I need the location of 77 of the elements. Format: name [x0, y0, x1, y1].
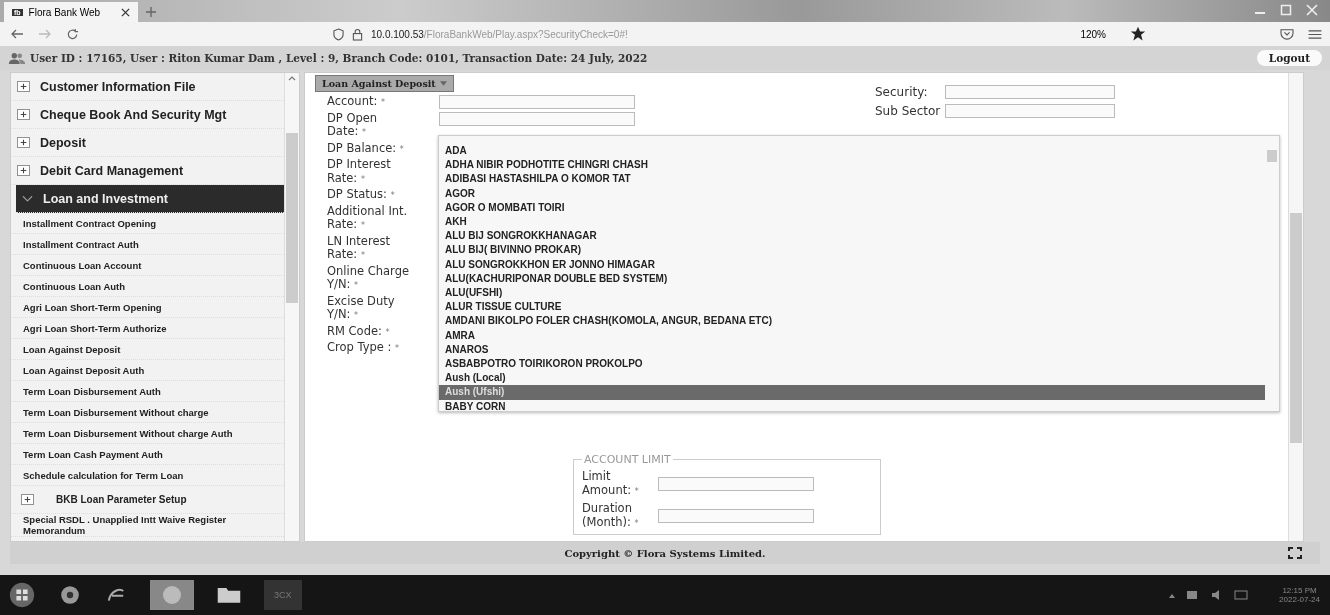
- input-field[interactable]: [945, 104, 1115, 118]
- dropdown-option[interactable]: ALUR TISSUE CULTURE: [439, 300, 1265, 315]
- dropdown-option[interactable]: Aush (Local): [439, 371, 1265, 386]
- input-field[interactable]: [945, 85, 1115, 99]
- dropdown-option[interactable]: BABY CORN: [439, 399, 1265, 414]
- caret-icon: [439, 81, 447, 86]
- field-label: LN Interest Rate: *: [327, 234, 391, 263]
- plus-icon[interactable]: [146, 7, 156, 17]
- star-icon[interactable]: [1130, 26, 1146, 42]
- users-icon: [8, 51, 26, 65]
- expand-icon[interactable]: [17, 109, 30, 120]
- dropdown-option[interactable]: ADHA NIBIR PODHOTITE CHINGRI CHASH: [439, 158, 1265, 173]
- expand-icon[interactable]: [17, 81, 30, 92]
- dropdown-option[interactable]: AMRA: [439, 328, 1265, 343]
- dropdown-option[interactable]: ADA: [439, 144, 1265, 159]
- sidebar-item[interactable]: Deposit: [11, 129, 284, 157]
- expand-icon[interactable]: [21, 494, 34, 505]
- user-info-text: User ID : 17165, User : Riton Kumar Dam , Level : 9, Branch Code: 0101, Transaction Date: 24 July, 2022: [30, 52, 649, 64]
- dropdown-option[interactable]: Aush (Ufshi): [439, 385, 1265, 400]
- pocket-icon[interactable]: [1280, 28, 1294, 40]
- field-label: Account: *: [327, 95, 386, 110]
- dropdown-option[interactable]: ALU BIJ( BIVINNO PROKAR): [439, 243, 1265, 258]
- field-label: DP Open Date: *: [327, 111, 379, 140]
- module-menu-button[interactable]: Loan Against Deposit: [315, 75, 454, 92]
- dropdown-option[interactable]: AGOR: [439, 186, 1265, 201]
- field-label: Crop Type : *: [327, 341, 401, 356]
- sidebar-item[interactable]: Loan and Investment: [16, 185, 284, 213]
- menu-icon[interactable]: [1308, 28, 1322, 40]
- dropdown-option[interactable]: ALU(UFSHI): [439, 286, 1265, 301]
- back-icon[interactable]: [10, 28, 24, 40]
- address-field[interactable]: 10.0.100.53/FloraBankWeb/Play.aspx?SecurityCheck=0#!: [371, 28, 628, 40]
- field-label: DP Balance: *: [327, 141, 405, 156]
- field-label: Duration (Month): *: [582, 502, 640, 530]
- dropdown-option[interactable]: ADIBASI HASTASHILPA O KOMOR TAT: [439, 172, 1265, 187]
- field-label: Online Charge Y/N: *: [327, 264, 411, 293]
- field-label: Limit Amount: *: [582, 470, 640, 498]
- close-icon[interactable]: [121, 7, 130, 17]
- dropdown-option[interactable]: ASBABPOTRO TOIRIKORON PROKOLPO: [439, 357, 1265, 372]
- field-label: DP Status: *: [327, 188, 396, 203]
- expand-icon[interactable]: [17, 137, 30, 148]
- field-label: Additional Int. Rate: *: [327, 204, 409, 233]
- field-label: Excise Duty Y/N: *: [327, 294, 396, 323]
- shield-icon: [333, 27, 344, 41]
- sidebar-item[interactable]: BKB Loan Parameter Setup: [11, 486, 284, 514]
- dropdown-option[interactable]: AGOR O MOMBATI TOIRI: [439, 200, 1265, 215]
- chevron-up-icon[interactable]: [288, 76, 296, 81]
- sidebar-item[interactable]: Cheque Book And Security Mgt: [11, 101, 284, 129]
- field-label: Sub Sector: [875, 104, 941, 118]
- logout-button[interactable]: Logout: [1256, 50, 1322, 66]
- input-field[interactable]: [439, 95, 635, 109]
- reload-icon[interactable]: [66, 27, 79, 41]
- scrollbar[interactable]: [284, 73, 299, 541]
- dropdown-option[interactable]: AKH: [439, 215, 1265, 230]
- clock-date: 2022-07-24: [1279, 595, 1320, 604]
- dropdown-option[interactable]: AMDANI BIKOLPO FOLER CHASH(KOMOLA, ANGUR, BEDANA ETC): [439, 314, 1265, 329]
- field-label: Security:: [875, 85, 929, 99]
- start-icon[interactable]: [8, 581, 36, 609]
- dropdown-option[interactable]: ALU(KACHURIPONAR DOUBLE BED SYSTEM): [439, 271, 1265, 287]
- dropdown-option[interactable]: ALU SONGROKKHON ER JONNO HIMAGAR: [439, 257, 1265, 272]
- field-label: RM Code: *: [327, 324, 391, 339]
- field-label: DP Interest Rate: *: [327, 158, 392, 186]
- dropdown-option[interactable]: ALU BIJ SONGROKKHANAGAR: [439, 229, 1265, 244]
- copyright-text: Copyright © Flora Systems Limited.: [564, 547, 766, 559]
- input-field[interactable]: [658, 477, 814, 491]
- chevron-down-icon: [22, 194, 33, 203]
- zoom-level[interactable]: 120%: [1080, 28, 1106, 40]
- sidebar-item[interactable]: Customer Information File: [11, 73, 284, 101]
- maximize-icon[interactable]: [1280, 4, 1292, 16]
- expand-icon[interactable]: [17, 165, 30, 176]
- lock-icon[interactable]: [352, 27, 363, 41]
- clock-time: 12:15 PM: [1282, 586, 1317, 595]
- dropdown-option[interactable]: ANAROS: [439, 342, 1265, 358]
- panel-legend: ACCOUNT LIMIT: [582, 453, 673, 466]
- scrollbar[interactable]: [1288, 73, 1303, 541]
- input-field[interactable]: [439, 111, 635, 126]
- input-field[interactable]: [658, 509, 814, 523]
- fullscreen-icon[interactable]: [1288, 547, 1302, 559]
